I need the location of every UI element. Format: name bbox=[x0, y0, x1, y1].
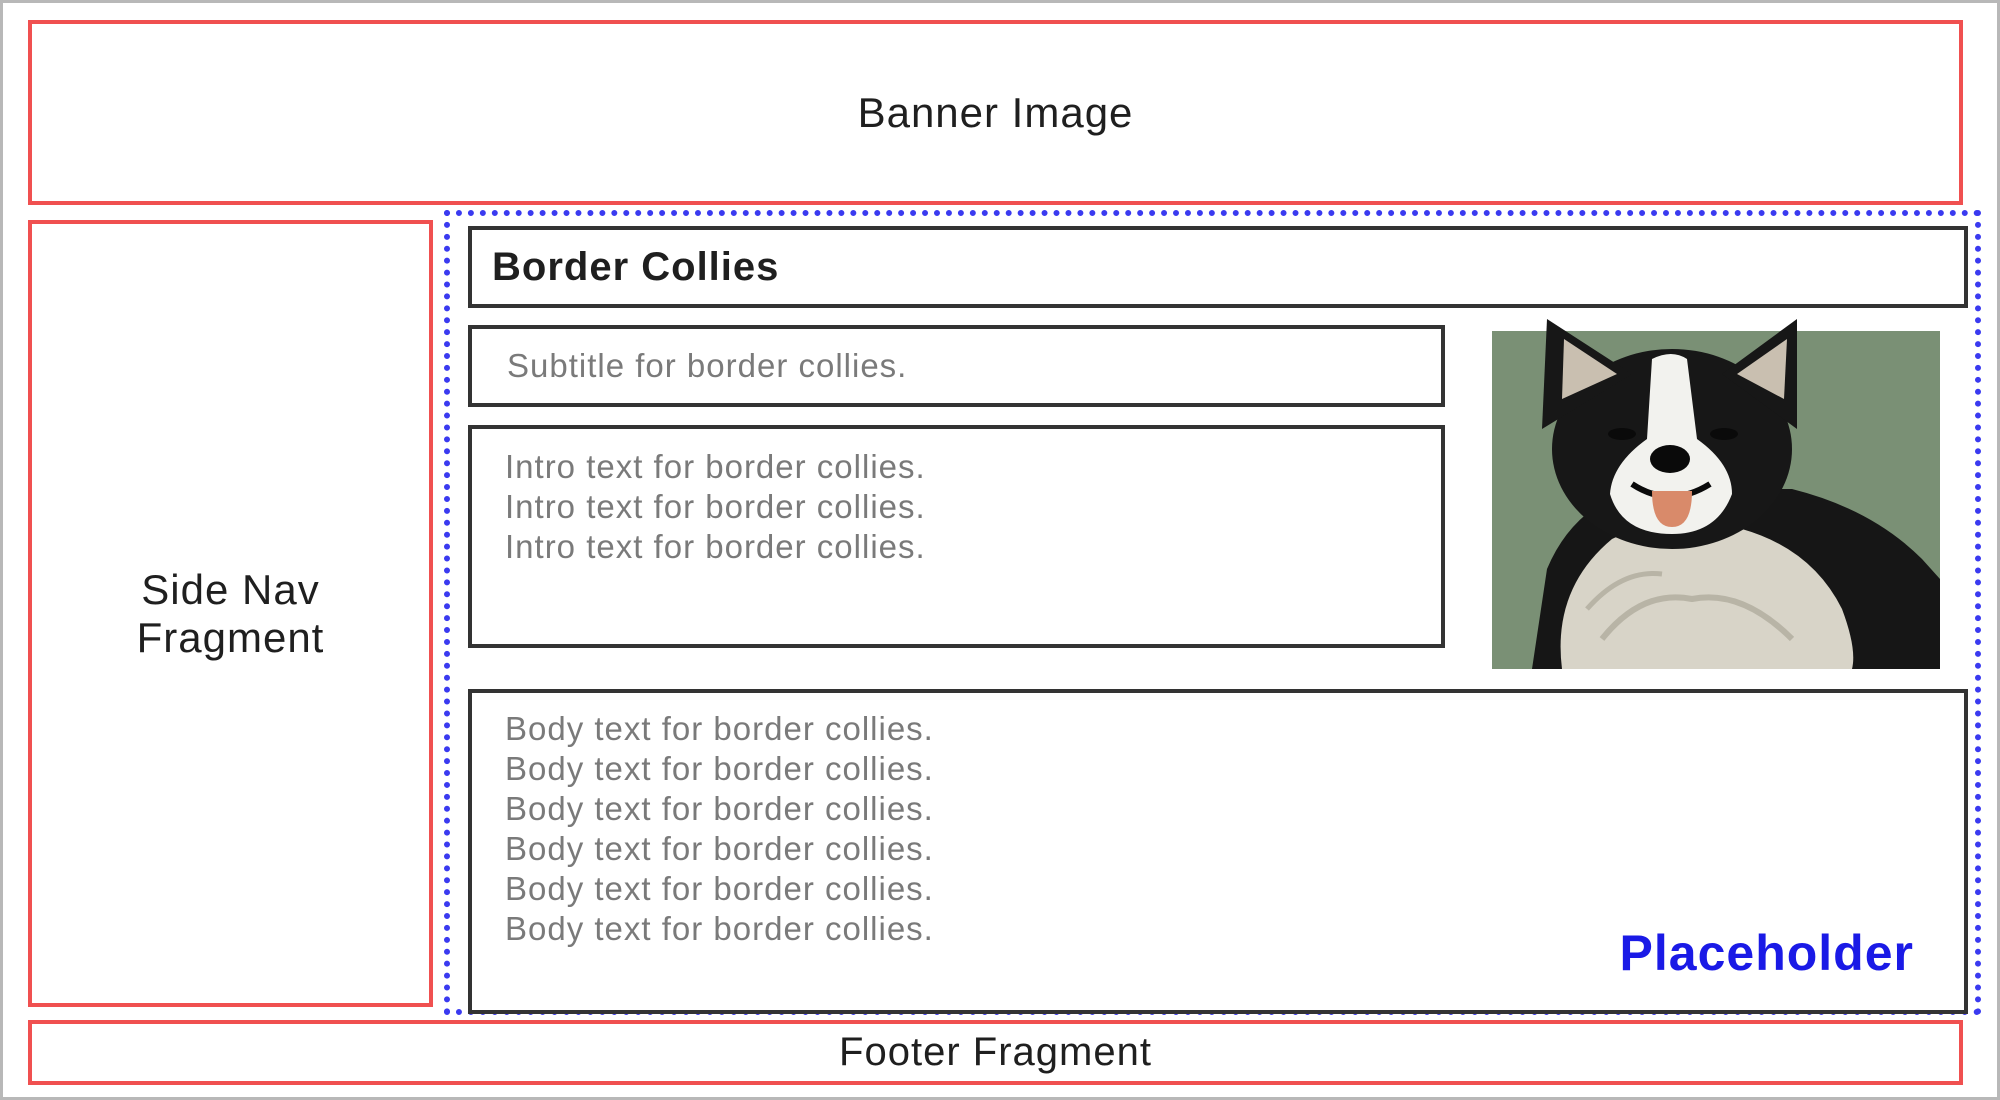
side-nav-label-line1: Side Nav bbox=[141, 566, 320, 614]
body-line: Body text for border collies. bbox=[505, 830, 934, 867]
border-collie-dog-image bbox=[1492, 319, 1940, 669]
side-nav-label-line2: Fragment bbox=[136, 613, 325, 661]
layout-diagram: Banner Image Side Nav Fragment Border Co… bbox=[0, 0, 2000, 1100]
banner-label: Banner Image bbox=[857, 88, 1134, 136]
placeholder-region: Border Collies Subtitle for border colli… bbox=[444, 210, 1981, 1015]
body-line: Body text for border collies. bbox=[505, 710, 934, 747]
page-title: Border Collies bbox=[492, 244, 780, 289]
body-line: Body text for border collies. bbox=[505, 790, 934, 827]
footer-label: Footer Fragment bbox=[839, 1030, 1152, 1075]
body-box: Body text for border collies. Body text … bbox=[468, 689, 1968, 1014]
subtitle-box: Subtitle for border collies. bbox=[468, 325, 1445, 407]
side-nav-fragment: Side Nav Fragment bbox=[28, 220, 433, 1007]
side-nav-label: Side Nav Fragment bbox=[137, 566, 325, 660]
body-line: Body text for border collies. bbox=[505, 870, 934, 907]
footer-fragment: Footer Fragment bbox=[28, 1020, 1963, 1085]
body-line: Body text for border collies. bbox=[505, 750, 934, 787]
placeholder-label: Placeholder bbox=[1619, 925, 1914, 981]
intro-line: Intro text for border collies. bbox=[505, 528, 926, 565]
title-box: Border Collies bbox=[468, 226, 1968, 308]
intro-line: Intro text for border collies. bbox=[505, 448, 926, 485]
subtitle-text: Subtitle for border collies. bbox=[507, 347, 908, 384]
banner-image-fragment: Banner Image bbox=[28, 20, 1963, 205]
intro-line: Intro text for border collies. bbox=[505, 488, 926, 525]
intro-box: Intro text for border collies. Intro tex… bbox=[468, 425, 1445, 648]
